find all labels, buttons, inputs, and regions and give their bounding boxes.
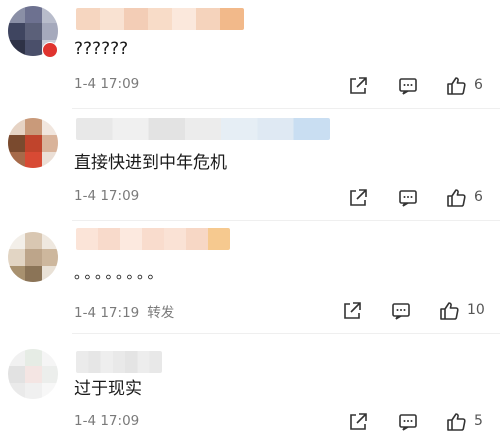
avatar-pixel bbox=[25, 232, 42, 249]
comment-item: ?????? 1-4 17:09 6 bbox=[0, 0, 500, 110]
comment-time: 1-4 17:09 bbox=[74, 188, 140, 204]
comment-text: ?????? bbox=[74, 39, 129, 59]
thumbs-up-icon[interactable] bbox=[438, 300, 460, 322]
avatar-pixel bbox=[42, 118, 58, 135]
repost-label[interactable]: 转发 bbox=[147, 305, 174, 321]
share-icon[interactable] bbox=[347, 75, 369, 97]
like-count[interactable]: 6 bbox=[474, 189, 483, 205]
divider bbox=[72, 108, 500, 109]
avatar-pixel bbox=[42, 135, 58, 152]
avatar-pixel bbox=[8, 40, 25, 56]
avatar[interactable] bbox=[8, 349, 58, 399]
avatar-pixel bbox=[42, 266, 58, 282]
verified-badge-icon bbox=[42, 42, 58, 58]
like-count[interactable]: 10 bbox=[467, 302, 485, 318]
avatar-pixel bbox=[25, 135, 42, 152]
comment-time: 1-4 17:09 bbox=[74, 76, 140, 92]
comment-item: 直接快进到中年危机 1-4 17:09 6 bbox=[0, 110, 500, 221]
avatar-pixel bbox=[25, 266, 42, 282]
like-count[interactable]: 5 bbox=[474, 413, 483, 429]
avatar[interactable] bbox=[8, 232, 58, 282]
avatar-pixel bbox=[25, 249, 42, 266]
username-blurred[interactable] bbox=[76, 228, 230, 250]
avatar-pixel bbox=[8, 349, 25, 366]
share-icon[interactable] bbox=[347, 411, 369, 433]
thumbs-up-icon[interactable] bbox=[445, 411, 467, 433]
avatar-pixel bbox=[8, 232, 25, 249]
divider bbox=[72, 333, 500, 334]
avatar-pixel bbox=[25, 349, 42, 366]
comment-time: 1-4 17:19 bbox=[74, 305, 140, 321]
avatar-pixel bbox=[25, 366, 42, 383]
avatar-pixel bbox=[42, 23, 58, 40]
comment-item: 。。。。。。。。 1-4 17:19 转发 10 bbox=[0, 220, 500, 335]
avatar-pixel bbox=[8, 6, 25, 23]
avatar-pixel bbox=[8, 23, 25, 40]
comment-text: 过于现实 bbox=[74, 379, 142, 399]
like-count[interactable]: 6 bbox=[474, 77, 483, 93]
comment-icon[interactable] bbox=[397, 75, 419, 97]
comment-text: 直接快进到中年危机 bbox=[74, 153, 227, 173]
username-blurred[interactable] bbox=[76, 118, 330, 140]
avatar-pixel bbox=[25, 6, 42, 23]
comment-icon[interactable] bbox=[397, 411, 419, 433]
comment-meta: 1-4 17:19 转发 bbox=[74, 301, 174, 321]
avatar[interactable] bbox=[8, 118, 58, 168]
avatar-pixel bbox=[8, 152, 25, 168]
thumbs-up-icon[interactable] bbox=[445, 187, 467, 209]
comment-meta: 1-4 17:09 bbox=[74, 76, 139, 92]
comment-item: 过于现实 1-4 17:09 5 bbox=[0, 335, 500, 436]
avatar-pixel bbox=[8, 366, 25, 383]
comment-meta: 1-4 17:09 bbox=[74, 188, 139, 204]
comment-text: 。。。。。。。。 bbox=[74, 264, 166, 282]
avatar-pixel bbox=[42, 383, 58, 399]
avatar-pixel bbox=[42, 349, 58, 366]
avatar-pixel bbox=[8, 249, 25, 266]
avatar-pixel bbox=[25, 118, 42, 135]
avatar-pixel bbox=[8, 383, 25, 399]
avatar-pixel bbox=[25, 152, 42, 168]
avatar-pixel bbox=[8, 118, 25, 135]
avatar-pixel bbox=[25, 383, 42, 399]
comment-time: 1-4 17:09 bbox=[74, 413, 140, 429]
comment-icon[interactable] bbox=[390, 300, 412, 322]
avatar-pixel bbox=[8, 135, 25, 152]
share-icon[interactable] bbox=[341, 300, 363, 322]
avatar-pixel bbox=[25, 40, 42, 56]
avatar-pixel bbox=[42, 366, 58, 383]
avatar-pixel bbox=[8, 266, 25, 282]
comment-icon[interactable] bbox=[397, 187, 419, 209]
avatar-pixel bbox=[42, 152, 58, 168]
username-blurred[interactable] bbox=[76, 351, 162, 373]
username-blurred[interactable] bbox=[76, 8, 244, 30]
thumbs-up-icon[interactable] bbox=[445, 75, 467, 97]
avatar-pixel bbox=[42, 232, 58, 249]
avatar-pixel bbox=[42, 249, 58, 266]
comment-meta: 1-4 17:09 bbox=[74, 413, 139, 429]
share-icon[interactable] bbox=[347, 187, 369, 209]
avatar-pixel bbox=[25, 23, 42, 40]
avatar-pixel bbox=[42, 6, 58, 23]
